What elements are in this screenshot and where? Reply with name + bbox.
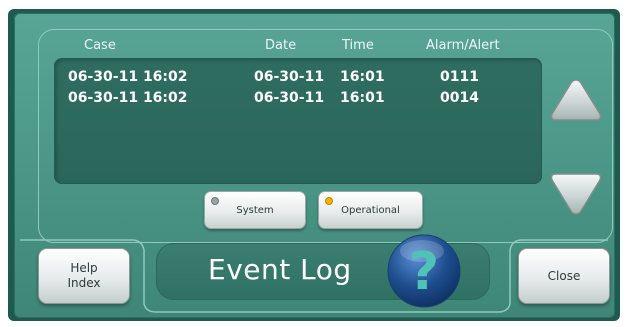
help-index-button[interactable]: Help Index [38, 248, 130, 304]
event-list[interactable]: 06-30-11 16:02 06-30-11 16:01 0111 06-30… [54, 58, 542, 184]
operational-filter-label: Operational [341, 204, 400, 216]
column-header-time: Time [342, 38, 374, 53]
close-label: Close [547, 268, 581, 283]
help-index-label-line1: Help [70, 261, 98, 275]
operational-filter-button[interactable]: Operational [318, 191, 423, 229]
page-title: Event Log [208, 253, 352, 286]
operational-indicator [325, 197, 333, 205]
triangle-down-icon [550, 173, 602, 215]
triangle-up-icon [550, 79, 602, 121]
date-cell: 06-30-11 [254, 90, 325, 106]
system-indicator [211, 197, 219, 205]
close-button[interactable]: Close [518, 248, 610, 304]
time-cell: 16:01 [340, 69, 385, 85]
alarm-cell: 0014 [440, 90, 479, 106]
case-cell: 06-30-11 16:02 [68, 90, 188, 106]
help-glyph: ? [409, 242, 439, 302]
help-button[interactable]: ? [386, 233, 462, 309]
column-header-date: Date [265, 38, 297, 53]
system-filter-label: System [236, 204, 274, 216]
system-filter-button[interactable]: System [204, 191, 306, 229]
question-mark-icon: ? [387, 234, 461, 308]
scroll-up-button[interactable] [548, 76, 604, 124]
date-cell: 06-30-11 [254, 69, 325, 85]
alarm-cell: 0111 [440, 69, 479, 85]
time-cell: 16:01 [340, 90, 385, 106]
scroll-down-button[interactable] [548, 170, 604, 218]
column-header-alarm: Alarm/Alert [426, 38, 500, 53]
help-index-label-line2: Index [67, 276, 101, 290]
case-cell: 06-30-11 16:02 [68, 69, 188, 85]
table-row[interactable]: 06-30-11 16:02 06-30-11 16:01 0014 [54, 90, 542, 110]
table-row[interactable]: 06-30-11 16:02 06-30-11 16:01 0111 [54, 69, 542, 89]
column-header-case: Case [84, 38, 116, 53]
